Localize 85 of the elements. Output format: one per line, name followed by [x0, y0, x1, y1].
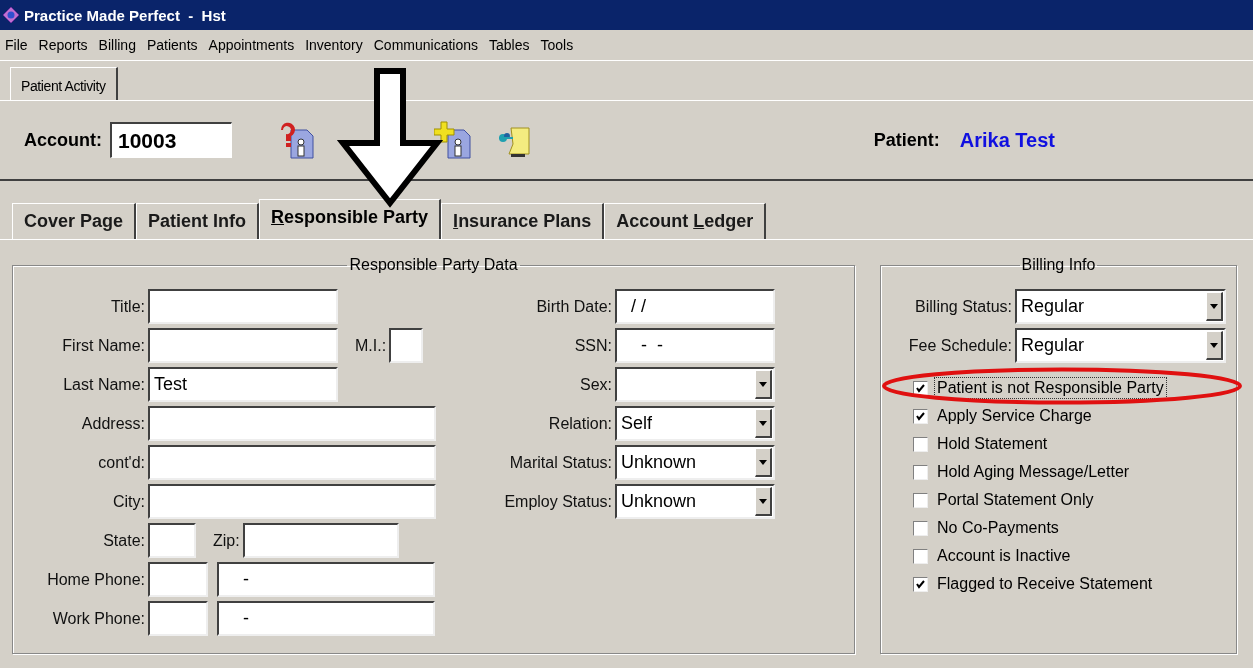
dropdown-arrow-icon [1210, 303, 1218, 309]
checkbox-label: Patient is not Responsible Party [934, 377, 1167, 399]
dropdown-field[interactable]: Unknown [615, 445, 775, 480]
patient-name: Arika Test [959, 128, 1055, 152]
text-field[interactable] [148, 562, 208, 597]
window-title: Practice Made Perfect - Hst [24, 6, 226, 24]
text-field[interactable] [148, 601, 208, 636]
field-label: First Name: [61, 336, 145, 355]
checkbox-label: Flagged to Receive Statement [936, 574, 1154, 594]
account-label: Account: [24, 129, 102, 151]
menu-item[interactable]: Tools [539, 37, 575, 53]
field-label: Relation: [547, 414, 612, 433]
checkbox[interactable] [913, 408, 928, 424]
field-label: Sex: [579, 375, 612, 394]
checkbox-label: Apply Service Charge [936, 406, 1093, 426]
checkbox[interactable] [913, 436, 928, 452]
checkbox[interactable] [913, 464, 928, 480]
dropdown-field[interactable] [615, 367, 775, 402]
text-field[interactable] [148, 484, 436, 519]
field-label: cont'd: [97, 453, 145, 472]
menu-item[interactable]: Patients [145, 37, 199, 53]
menu-item[interactable]: File [4, 37, 29, 53]
text-field[interactable] [148, 289, 338, 324]
field-label: Work Phone: [51, 609, 145, 628]
section-tab[interactable]: Insurance Plans [441, 203, 605, 239]
app-logo-icon [2, 6, 20, 24]
person-plus-icon[interactable] [434, 120, 474, 160]
dropdown-field[interactable]: Regular [1015, 328, 1226, 363]
checkbox[interactable] [913, 576, 928, 592]
dropdown-arrow-icon [1210, 342, 1218, 348]
field-label: Title: [109, 297, 145, 316]
field-label: Home Phone: [46, 570, 145, 589]
section-tab[interactable]: Patient Info [136, 203, 260, 239]
field-label: Address: [80, 414, 145, 433]
menu-item[interactable]: Billing [97, 37, 137, 53]
menu-item[interactable]: Communications [372, 37, 479, 53]
dropdown-field[interactable]: Unknown [615, 484, 775, 519]
field-label: Employ Status: [503, 492, 612, 511]
text-field[interactable] [148, 445, 436, 480]
section-tab[interactable]: Responsible Party [259, 199, 442, 239]
text-field[interactable]: - [217, 601, 435, 636]
section-tab[interactable]: Cover Page [12, 203, 137, 239]
text-field[interactable] [242, 523, 399, 558]
dropdown-arrow-icon [759, 420, 767, 426]
checkbox-label: Account is Inactive [936, 546, 1072, 566]
section-tab[interactable]: Account Ledger [604, 203, 767, 239]
text-field[interactable] [148, 328, 338, 363]
field-label: SSN: [573, 336, 612, 355]
field-label: M.I.: [355, 336, 387, 355]
text-field[interactable]: Test [148, 367, 338, 402]
checkbox-label: Hold Aging Message/Letter [936, 462, 1131, 482]
menu-item[interactable]: Appointments [207, 37, 296, 53]
menu-item[interactable]: Reports [37, 37, 89, 53]
dropdown-arrow-icon [759, 459, 767, 465]
checkbox[interactable] [913, 520, 928, 536]
activity-tab[interactable]: Patient Activity [10, 67, 118, 100]
text-field[interactable]: - [217, 562, 435, 597]
field-label: City: [112, 492, 145, 511]
field-label: Zip: [213, 531, 240, 550]
text-field[interactable]: / / [615, 289, 775, 324]
checkbox-label: Hold Statement [936, 434, 1049, 454]
group-title: Billing Info [1020, 256, 1097, 274]
field-label: Marital Status: [508, 453, 612, 472]
field-label: Last Name: [62, 375, 145, 394]
patient-label: Patient: [873, 129, 940, 151]
menu-item[interactable]: Tables [488, 37, 531, 53]
text-field[interactable]: - - [615, 328, 775, 363]
menu-item[interactable]: Inventory [304, 37, 364, 53]
field-label: Billing Status: [914, 297, 1012, 316]
field-label: State: [102, 531, 145, 550]
group-title: Responsible Party Data [348, 256, 519, 274]
checkbox[interactable] [913, 492, 928, 508]
checkbox[interactable] [913, 548, 928, 564]
text-field[interactable] [389, 328, 424, 363]
checkbox-label: No Co-Payments [936, 518, 1060, 538]
field-label: Birth Date: [535, 297, 612, 316]
text-field[interactable] [148, 523, 196, 558]
account-field[interactable]: 10003 [110, 122, 232, 158]
dropdown-field[interactable]: Regular [1015, 289, 1226, 324]
field-label: Fee Schedule: [907, 336, 1012, 355]
dropdown-arrow-icon [759, 381, 767, 387]
dropdown-field[interactable]: Self [615, 406, 775, 441]
checkbox-label: Portal Statement Only [936, 490, 1095, 510]
text-field[interactable] [148, 406, 436, 441]
dropdown-arrow-icon [759, 498, 767, 504]
